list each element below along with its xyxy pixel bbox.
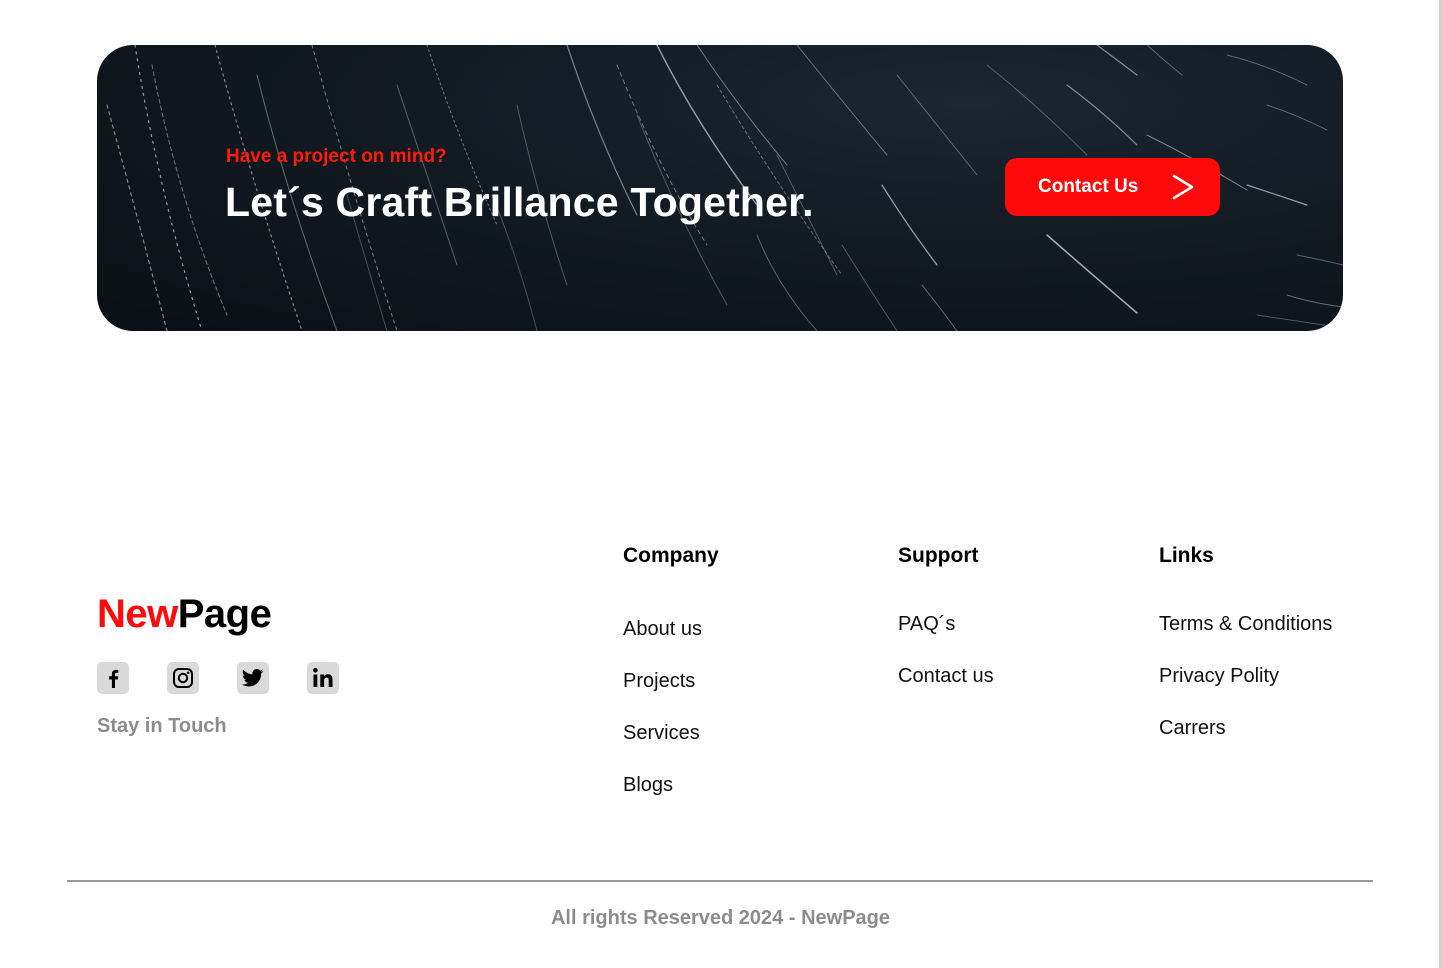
support-heading: Support [898, 544, 979, 567]
logo-part-page: Page [177, 592, 272, 636]
chevron-right-icon [1172, 174, 1194, 200]
links-heading: Links [1159, 544, 1214, 567]
twitter-link[interactable] [237, 662, 269, 694]
stay-in-touch-caption: Stay in Touch [97, 715, 227, 737]
footer-link-services[interactable]: Services [623, 722, 700, 745]
footer-divider [67, 880, 1373, 882]
footer-link-blogs[interactable]: Blogs [623, 774, 673, 797]
copyright-text: All rights Reserved 2024 - NewPage [550, 907, 891, 929]
linkedin-link[interactable] [307, 662, 339, 694]
linkedin-icon [313, 668, 333, 687]
facebook-icon [109, 669, 119, 688]
twitter-icon [242, 669, 264, 687]
contact-us-button[interactable]: Contact Us [1005, 158, 1220, 216]
newpage-logo[interactable]: NewPage [97, 592, 272, 637]
contact-us-button-label: Contact Us [1038, 176, 1139, 197]
instagram-icon [173, 668, 193, 688]
cta-title: Let´s Craft Brillance Together. [225, 179, 814, 225]
facebook-link[interactable] [97, 662, 129, 694]
footer-link-careers[interactable]: Carrers [1159, 717, 1226, 740]
cta-kicker: Have a project on mind? [226, 146, 447, 167]
footer-link-faqs[interactable]: PAQ´s [898, 613, 955, 636]
footer-link-about-us[interactable]: About us [623, 618, 702, 641]
instagram-link[interactable] [167, 662, 199, 694]
footer-link-privacy[interactable]: Privacy Polity [1159, 665, 1279, 688]
logo-part-new: New [97, 592, 178, 636]
company-heading: Company [623, 544, 719, 567]
footer-link-contact-us[interactable]: Contact us [898, 665, 994, 688]
cta-banner: Have a project on mind? Let´s Craft Bril… [97, 45, 1343, 331]
footer-link-projects[interactable]: Projects [623, 670, 695, 693]
footer-link-terms[interactable]: Terms & Conditions [1159, 613, 1332, 636]
